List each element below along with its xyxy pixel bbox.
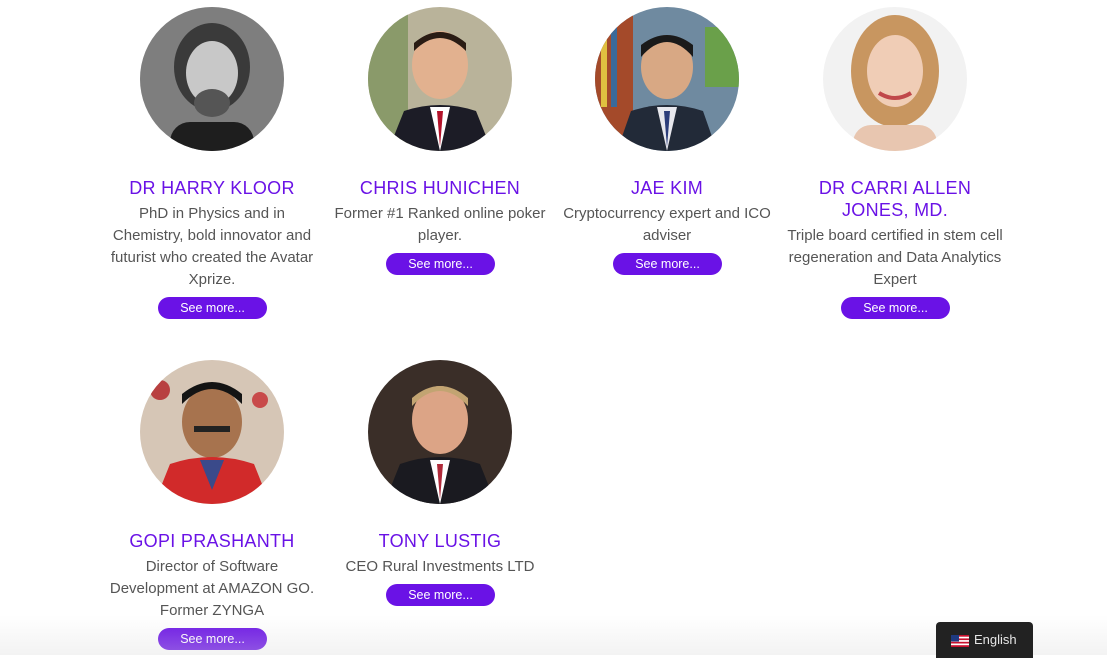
portrait-tony-lustig [368,360,512,504]
member-description: Director of Software Development at AMAZ… [109,558,315,619]
member-name: DR CARRI ALLEN JONES, MD. [818,178,972,220]
avatar [140,7,284,151]
member-name: CHRIS HUNICHEN [359,178,521,198]
us-flag-icon [951,635,969,647]
member-name: DR HARRY KLOOR [129,178,295,198]
portrait-jae-kim [595,7,739,151]
avatar [368,360,512,504]
language-label: English [974,632,1017,647]
avatar [368,7,512,151]
see-more-button[interactable]: See more... [158,297,267,319]
team-card-chris-hunichen: CHRIS HUNICHEN Former #1 Ranked online p… [325,7,555,287]
avatar [595,7,739,151]
team-card-gopi-prashanth: GOPI PRASHANTH Director of Software Deve… [97,360,327,655]
language-switcher[interactable]: English [936,622,1033,658]
see-more-button[interactable]: See more... [386,253,495,275]
member-description: PhD in Physics and in Chemistry, bold in… [110,205,314,288]
see-more-button[interactable]: See more... [158,628,267,650]
team-card-jae-kim: JAE KIM Cryptocurrency expert and ICO ad… [552,7,782,287]
member-description: CEO Rural Investments LTD [345,558,535,575]
see-more-button[interactable]: See more... [613,253,722,275]
member-name: TONY LUSTIG [378,531,502,551]
avatar [823,7,967,151]
team-card-harry-kloor: DR HARRY KLOOR PhD in Physics and in Che… [97,7,327,327]
portrait-gopi-prashanth [140,360,284,504]
member-description: Former #1 Ranked online poker player. [334,205,546,244]
portrait-chris-hunichen [368,7,512,151]
avatar [140,360,284,504]
member-description: Cryptocurrency expert and ICO adviser [563,205,771,244]
member-description: Triple board certified in stem cell rege… [787,227,1003,288]
portrait-harry-kloor [140,7,284,151]
see-more-button[interactable]: See more... [386,584,495,606]
see-more-button[interactable]: See more... [841,297,950,319]
team-card-carri-allen-jones: DR CARRI ALLEN JONES, MD. Triple board c… [780,7,1010,327]
member-name: JAE KIM [630,178,704,198]
member-name: GOPI PRASHANTH [129,531,295,551]
team-card-tony-lustig: TONY LUSTIG CEO Rural Investments LTD Se… [325,360,555,620]
portrait-carri-allen-jones [823,7,967,151]
